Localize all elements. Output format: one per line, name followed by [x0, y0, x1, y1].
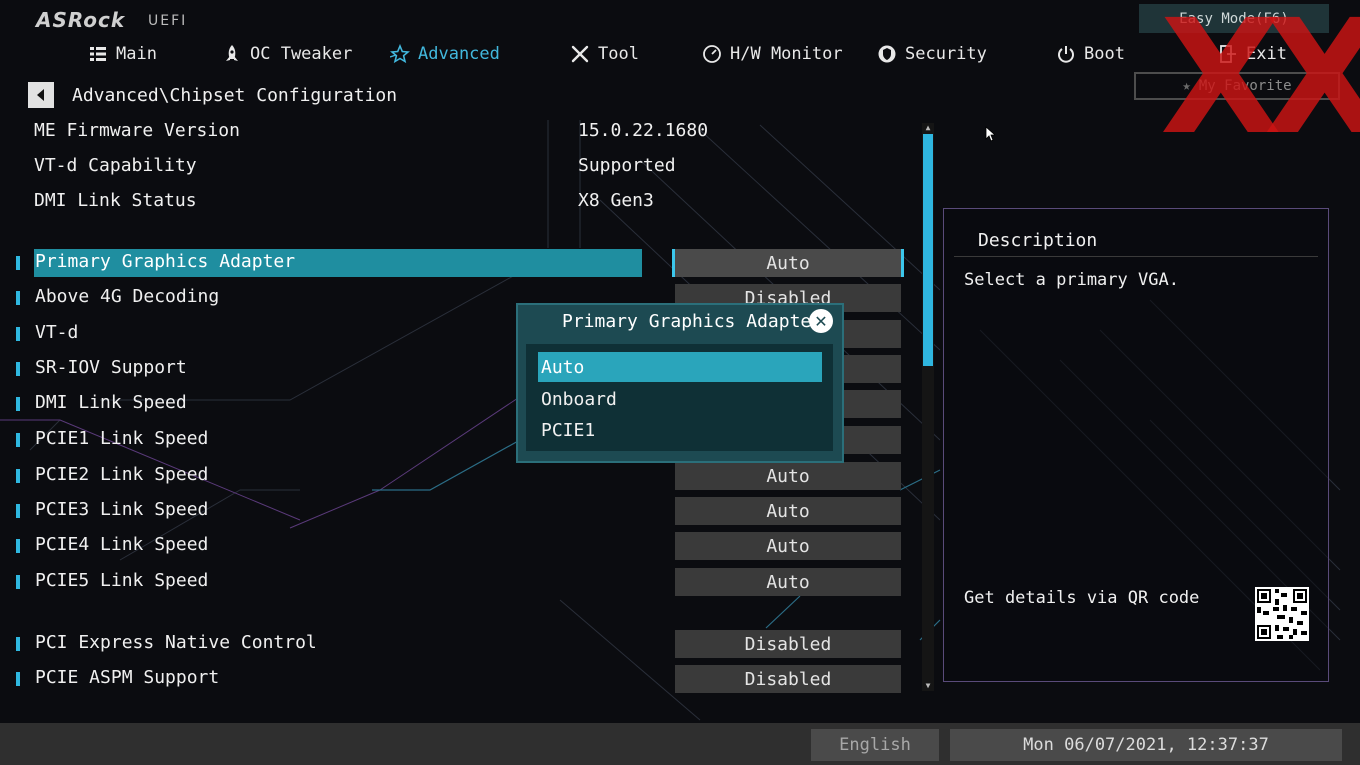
arrow-left-icon	[37, 89, 44, 101]
setting-label: PCIE3 Link Speed	[35, 499, 209, 520]
xx-watermark: XX	[1160, 0, 1360, 170]
tab-label: OC Tweaker	[250, 44, 353, 64]
row-marker	[16, 362, 20, 376]
setting-label: PCIE2 Link Speed	[35, 464, 209, 485]
setting-value[interactable]: Auto	[675, 462, 901, 490]
setting-label: PCIE4 Link Speed	[35, 534, 209, 555]
description-text: Select a primary VGA.	[964, 270, 1179, 290]
row-marker	[16, 672, 20, 686]
info-label: ME Firmware Version	[34, 120, 240, 141]
row-marker	[16, 397, 20, 411]
setting-label: Above 4G Decoding	[35, 286, 220, 307]
popup-option-auto[interactable]: Auto	[538, 352, 822, 382]
datetime-display: Mon 06/07/2021, 12:37:37	[950, 729, 1342, 761]
setting-row-primary-graphics-adapter[interactable]: Primary Graphics Adapter Auto	[0, 249, 920, 277]
setting-row-pcie5-link-speed[interactable]: PCIE5 Link Speed Auto	[0, 568, 920, 596]
setting-value[interactable]: Auto	[675, 568, 901, 596]
row-marker	[16, 504, 20, 518]
tab-label: H/W Monitor	[730, 44, 843, 64]
setting-row-pcie2-link-speed[interactable]: PCIE2 Link Speed Auto	[0, 462, 920, 490]
description-title: Description	[978, 230, 1098, 251]
setting-value[interactable]: Auto	[672, 249, 904, 277]
tab-label: Boot	[1084, 44, 1125, 64]
setting-value[interactable]: Auto	[675, 497, 901, 525]
setting-label: PCIE ASPM Support	[35, 667, 220, 688]
row-marker	[16, 291, 20, 305]
tab-main[interactable]: Main	[88, 42, 157, 66]
tab-security[interactable]: Security	[877, 42, 987, 66]
scrollbar-thumb[interactable]	[923, 134, 933, 366]
tab-label: Tool	[598, 44, 639, 64]
setting-label: PCIE1 Link Speed	[35, 428, 209, 449]
tab-label: Advanced	[418, 44, 500, 64]
tools-icon	[571, 45, 589, 63]
power-icon	[1058, 46, 1074, 63]
info-label: DMI Link Status	[34, 190, 197, 211]
setting-label: SR-IOV Support	[35, 357, 187, 378]
info-value: Supported	[578, 155, 676, 176]
info-value: X8 Gen3	[578, 190, 654, 211]
mouse-cursor-icon	[985, 126, 995, 142]
setting-label: PCI Express Native Control	[35, 632, 317, 653]
scroll-up-arrow-icon[interactable]: ▲	[922, 123, 934, 133]
tab-oc-tweaker[interactable]: OC Tweaker	[222, 42, 352, 66]
row-marker	[16, 256, 20, 270]
setting-value[interactable]: Disabled	[675, 665, 901, 693]
setting-row-pcie3-link-speed[interactable]: PCIE3 Link Speed Auto	[0, 497, 920, 525]
setting-value[interactable]: Disabled	[675, 630, 901, 658]
tab-label: Main	[116, 44, 157, 64]
gauge-icon	[703, 45, 721, 63]
shield-icon	[878, 45, 896, 63]
setting-label: VT-d	[35, 322, 79, 343]
tab-boot[interactable]: Boot	[1056, 42, 1125, 66]
description-divider	[954, 256, 1318, 257]
breadcrumb: Advanced\Chipset Configuration	[72, 85, 398, 106]
setting-row-pcie-aspm-support[interactable]: PCIE ASPM Support Disabled	[0, 665, 920, 693]
setting-label: PCIE5 Link Speed	[35, 570, 209, 591]
language-button[interactable]: English	[811, 729, 939, 761]
scroll-down-arrow-icon[interactable]: ▼	[922, 681, 934, 691]
row-marker	[16, 539, 20, 553]
back-button[interactable]	[28, 82, 54, 108]
rocket-icon	[226, 45, 238, 61]
setting-row-pcie4-link-speed[interactable]: PCIE4 Link Speed Auto	[0, 532, 920, 560]
popup-title: Primary Graphics Adapter	[562, 311, 823, 332]
row-marker	[16, 327, 20, 341]
tab-advanced[interactable]: Advanced	[390, 42, 500, 66]
setting-value[interactable]: Auto	[675, 532, 901, 560]
row-marker	[16, 469, 20, 483]
popup-option-pcie1[interactable]: PCIE1	[538, 415, 822, 445]
info-value: 15.0.22.1680	[578, 120, 709, 141]
list-icon	[90, 47, 106, 61]
qr-code-icon	[1255, 587, 1309, 641]
row-marker	[16, 575, 20, 589]
row-marker	[16, 433, 20, 447]
tab-tool[interactable]: Tool	[570, 42, 639, 66]
qr-caption: Get details via QR code	[964, 588, 1200, 608]
row-marker	[16, 637, 20, 651]
setting-label: Primary Graphics Adapter	[35, 251, 296, 272]
setting-row-pci-express-native-control[interactable]: PCI Express Native Control Disabled	[0, 630, 920, 658]
star-icon	[390, 44, 410, 64]
close-icon[interactable]: ✕	[809, 309, 833, 333]
info-label: VT-d Capability	[34, 155, 197, 176]
asrock-logo: ASRock	[36, 8, 126, 32]
tab-label: Security	[905, 44, 987, 64]
popup-option-onboard[interactable]: Onboard	[538, 384, 822, 414]
setting-label: DMI Link Speed	[35, 392, 187, 413]
tab-hw-monitor[interactable]: H/W Monitor	[702, 42, 843, 66]
uefi-label: UEFI	[148, 13, 188, 29]
